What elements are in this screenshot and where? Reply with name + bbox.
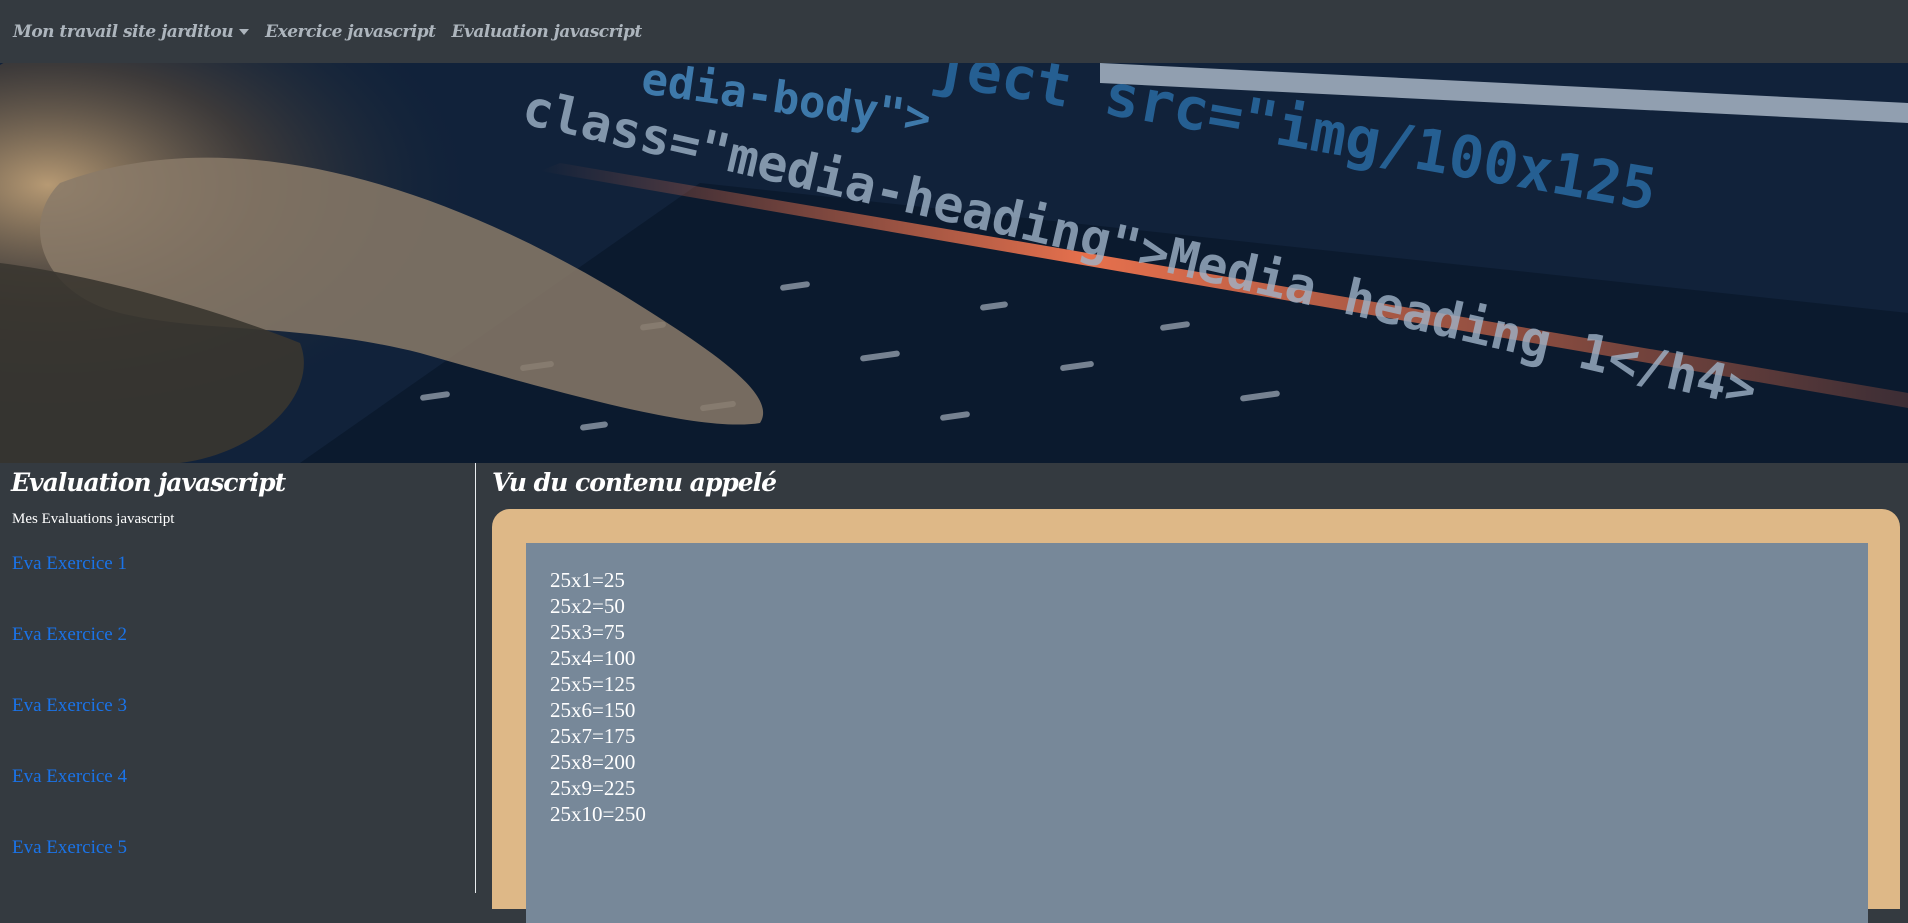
main-title: Vu du contenu appelé xyxy=(492,468,777,497)
sidebar-subtitle: Mes Evaluations javascript xyxy=(12,511,175,527)
banner-illustration: edia-body"> ject src="img/100x125 class=… xyxy=(0,63,1908,463)
result-list: 25x1=25 25x2=50 25x3=75 25x4=100 25x5=12… xyxy=(550,567,646,827)
main-content: Vu du contenu appelé 25x1=25 25x2=50 25x… xyxy=(477,463,1908,923)
sidebar-link-eva-exercice-5[interactable]: Eva Exercice 5 xyxy=(12,837,127,859)
result-line: 25x10=250 xyxy=(550,802,646,826)
sidebar-link-eva-exercice-2[interactable]: Eva Exercice 2 xyxy=(12,624,127,646)
result-line: 25x5=125 xyxy=(550,672,636,696)
sidebar-link-eva-exercice-3[interactable]: Eva Exercice 3 xyxy=(12,695,127,717)
chevron-down-icon xyxy=(239,28,250,35)
hero-banner-image: edia-body"> ject src="img/100x125 class=… xyxy=(0,63,1908,463)
nav-dropdown-label: Mon travail site jarditou xyxy=(13,21,234,42)
result-line: 25x2=50 xyxy=(550,594,625,618)
result-line: 25x8=200 xyxy=(550,750,636,774)
result-line: 25x1=25 xyxy=(550,568,625,592)
nav-link-exercice-javascript[interactable]: Exercice javascript xyxy=(265,22,436,42)
sidebar-link-eva-exercice-1[interactable]: Eva Exercice 1 xyxy=(12,553,127,575)
nav-link-evaluation-javascript[interactable]: Evaluation javascript xyxy=(452,22,643,42)
result-line: 25x6=150 xyxy=(550,698,636,722)
sidebar: Evaluation javascript Mes Evaluations ja… xyxy=(0,463,476,893)
sidebar-link-eva-exercice-4[interactable]: Eva Exercice 4 xyxy=(12,766,127,788)
content-frame: 25x1=25 25x2=50 25x3=75 25x4=100 25x5=12… xyxy=(492,509,1900,923)
result-line: 25x3=75 xyxy=(550,620,625,644)
result-line: 25x7=175 xyxy=(550,724,636,748)
top-navbar: Mon travail site jarditou Exercice javas… xyxy=(0,0,1908,63)
result-line: 25x9=225 xyxy=(550,776,636,800)
result-panel: 25x1=25 25x2=50 25x3=75 25x4=100 25x5=12… xyxy=(526,543,1868,923)
sidebar-title: Evaluation javascript xyxy=(11,468,286,497)
nav-dropdown-mon-travail[interactable]: Mon travail site jarditou xyxy=(13,21,250,42)
result-line: 25x4=100 xyxy=(550,646,636,670)
